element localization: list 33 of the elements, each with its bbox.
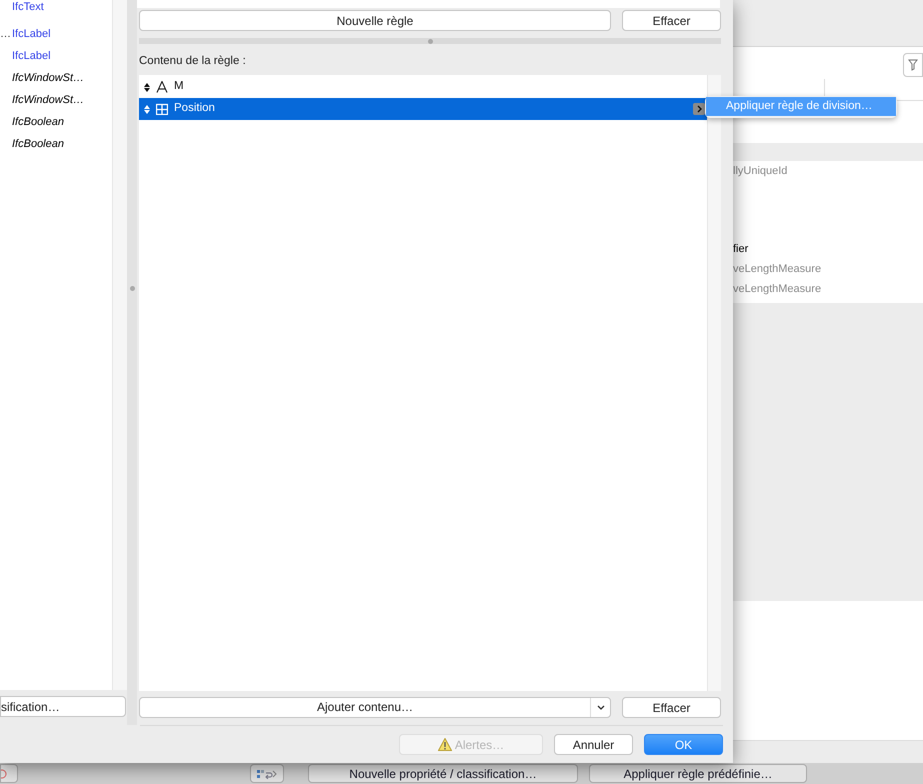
type-name[interactable]: IfcWindowSt…	[12, 94, 84, 106]
filter-icon	[908, 59, 918, 71]
link-button[interactable]	[250, 764, 284, 783]
chevron-down-icon	[596, 705, 604, 710]
type-name[interactable]: IfcWindowSt…	[12, 72, 84, 84]
clear-button[interactable]: Effacer	[622, 10, 721, 31]
property-text: veLengthMeasure	[733, 282, 822, 297]
nodes-icon	[257, 768, 277, 778]
section-label: Contenu de la règle :	[139, 54, 246, 67]
type-name[interactable]: IfcText	[12, 1, 44, 13]
background-button[interactable]: Appliquer règle prédéfinie…	[589, 764, 807, 783]
remove-button[interactable]	[0, 764, 18, 783]
type-name[interactable]: IfcLabel	[12, 50, 51, 62]
rule-content-row[interactable]: M	[139, 76, 707, 98]
type-name[interactable]: IfcBoolean	[12, 116, 64, 128]
add-content-dropdown[interactable]: Ajouter contenu…	[139, 697, 611, 718]
clear-button[interactable]: Effacer	[622, 697, 721, 718]
letter-a-icon	[156, 81, 168, 93]
type-name[interactable]: IfcLabel	[12, 28, 51, 40]
background-button[interactable]: Nouvelle propriété / classification…	[308, 764, 578, 783]
filter-button[interactable]	[903, 53, 923, 77]
warning-icon	[438, 738, 452, 751]
property-text: fier	[733, 242, 748, 257]
window-grid-icon	[156, 103, 168, 115]
ellipsis-text: …	[0, 26, 11, 42]
new-rule-button[interactable]: Nouvelle règle	[139, 10, 611, 31]
cancel-button[interactable]: Annuler	[554, 734, 633, 755]
rule-content-row[interactable]: Position	[139, 98, 707, 120]
property-text: veLengthMeasure	[733, 262, 822, 277]
property-text: llyUniqueId	[733, 164, 788, 179]
add-classification-button[interactable]: sification…	[0, 696, 126, 717]
type-name[interactable]: IfcBoolean	[12, 138, 64, 150]
reorder-icon[interactable]	[144, 82, 150, 92]
